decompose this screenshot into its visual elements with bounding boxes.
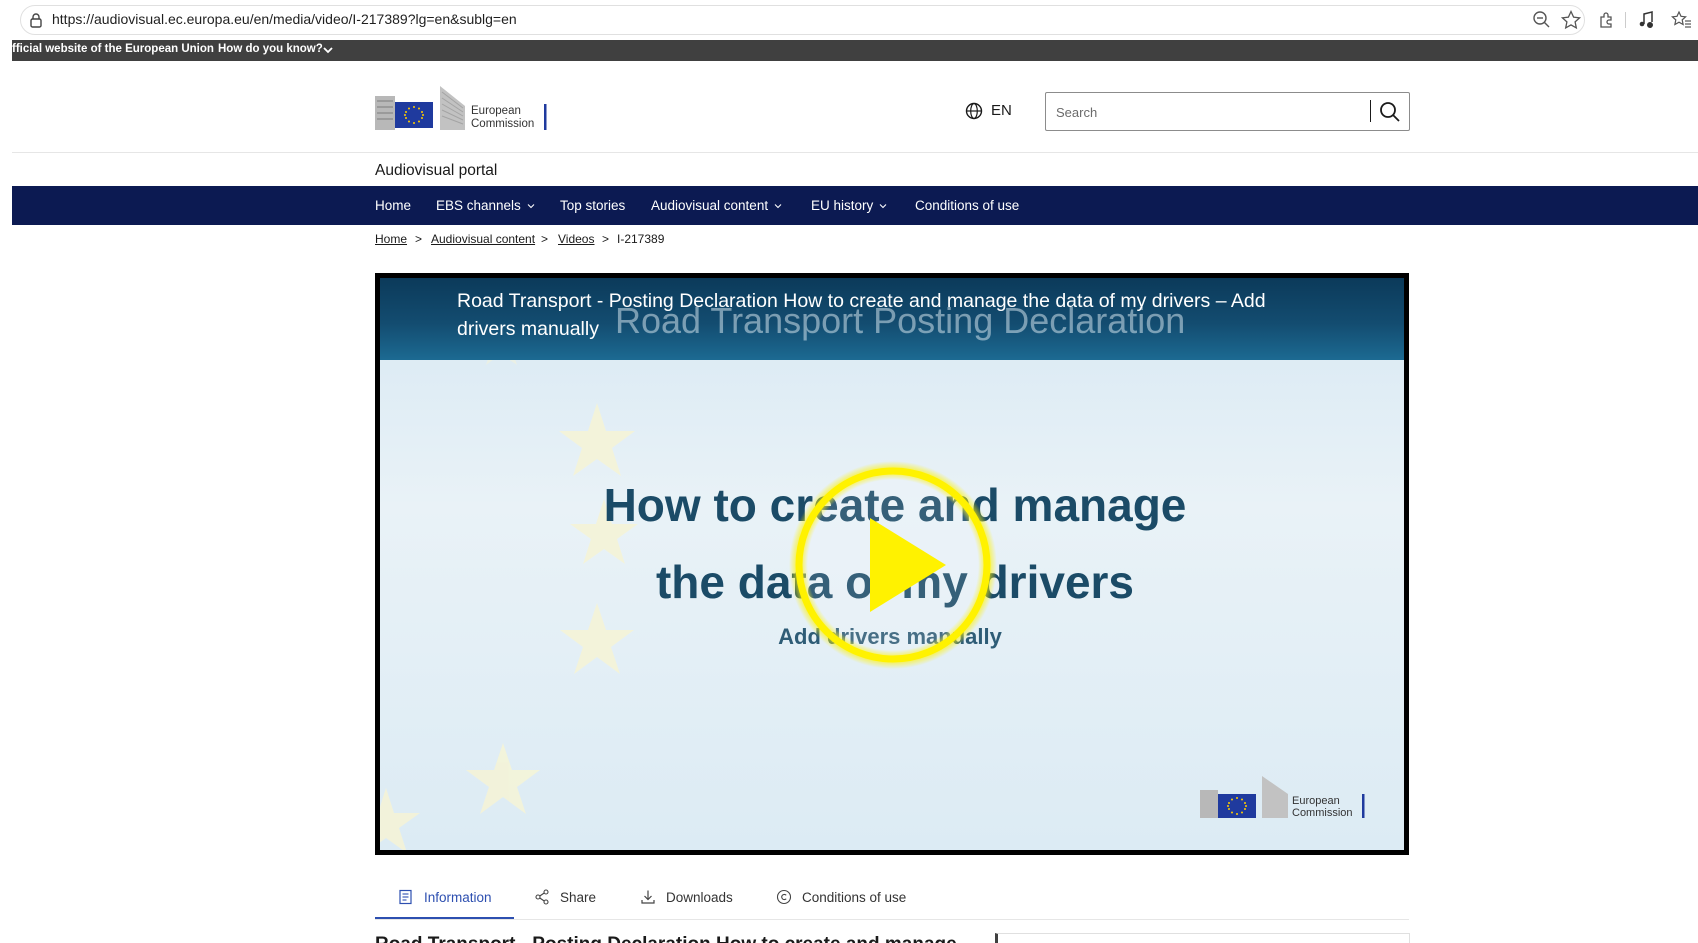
extensions-icon[interactable] [1596, 9, 1618, 31]
content-heading: Road Transport - Posting Declaration How… [375, 934, 957, 943]
logo-text-european: European [1292, 795, 1340, 807]
tab-label: Downloads [666, 889, 733, 905]
nav-item-home[interactable]: Home [375, 198, 411, 213]
breadcrumb-separator: > [415, 232, 423, 246]
toolbar-divider [1625, 12, 1626, 28]
breadcrumb-home[interactable]: Home [375, 232, 407, 246]
breadcrumb-separator: > [602, 232, 610, 246]
chevron-down-icon [774, 203, 782, 208]
nav-label: Conditions of use [915, 198, 1020, 213]
breadcrumb-audiovisual-content[interactable]: Audiovisual content [431, 232, 535, 246]
search-input[interactable] [1054, 100, 1358, 124]
how-do-you-know-link[interactable]: How do you know? [218, 43, 323, 55]
search-icon[interactable] [1378, 100, 1402, 124]
nav-label: EU history [811, 198, 874, 213]
nav-label: EBS channels [436, 198, 521, 213]
copyright-icon [776, 889, 792, 905]
chevron-down-icon [879, 203, 887, 208]
star-icon[interactable] [1560, 9, 1582, 31]
nav-item-audiovisual-content[interactable]: Audiovisual content [651, 198, 782, 213]
nav-label: Home [375, 198, 412, 213]
header-divider [12, 152, 1698, 153]
nav-item-ebs-channels[interactable]: EBS channels [436, 198, 535, 213]
lock-icon[interactable] [29, 12, 43, 28]
search-divider [1370, 100, 1371, 122]
tab-label: Information [424, 889, 492, 905]
nav-item-eu-history[interactable]: EU history [811, 198, 887, 213]
tab-downloads[interactable]: Downloads [640, 889, 733, 905]
favorites-icon[interactable] [1670, 9, 1692, 31]
url-text[interactable]: https://audiovisual.ec.europa.eu/en/medi… [52, 11, 517, 27]
nav-label: Top stories [560, 198, 626, 213]
share-icon [535, 889, 549, 905]
language-selector[interactable]: EN [991, 102, 1012, 119]
official-website-text: fficial website of the European Union [12, 43, 214, 55]
tab-share[interactable]: Share [534, 889, 596, 905]
tab-information[interactable]: Information [398, 889, 492, 905]
logo-text-commission: Commission [1292, 807, 1353, 819]
nav-item-conditions-of-use[interactable]: Conditions of use [915, 198, 1019, 213]
globe-icon[interactable] [965, 102, 983, 120]
nav-label: Audiovisual content [651, 198, 769, 213]
breadcrumb-videos[interactable]: Videos [558, 232, 594, 246]
site-name[interactable]: Audiovisual portal [375, 162, 497, 180]
european-commission-logo[interactable]: European Commission [375, 86, 550, 132]
video-title[interactable]: Road Transport - Posting Declaration How… [457, 287, 1327, 343]
tabs-divider [375, 919, 1409, 920]
video-ec-logo: European Commission [1200, 776, 1370, 820]
chevron-down-icon[interactable] [323, 46, 333, 54]
download-icon [641, 890, 655, 904]
breadcrumb-separator: > [541, 232, 549, 246]
breadcrumb-current: I-217389 [617, 232, 665, 246]
active-tab-indicator [375, 917, 514, 919]
tab-label: Conditions of use [802, 889, 907, 905]
tab-conditions-of-use[interactable]: Conditions of use [776, 889, 906, 905]
logo-text-european: European [471, 105, 521, 117]
nav-item-top-stories[interactable]: Top stories [560, 198, 625, 213]
chevron-down-icon [527, 203, 535, 208]
play-icon[interactable] [788, 460, 998, 670]
side-panel [995, 933, 1410, 943]
tab-label: Share [560, 889, 597, 905]
logo-text-commission: Commission [471, 118, 535, 130]
media-control-icon[interactable] [1636, 9, 1658, 31]
information-icon [399, 889, 412, 905]
zoom-out-icon[interactable] [1531, 9, 1553, 31]
